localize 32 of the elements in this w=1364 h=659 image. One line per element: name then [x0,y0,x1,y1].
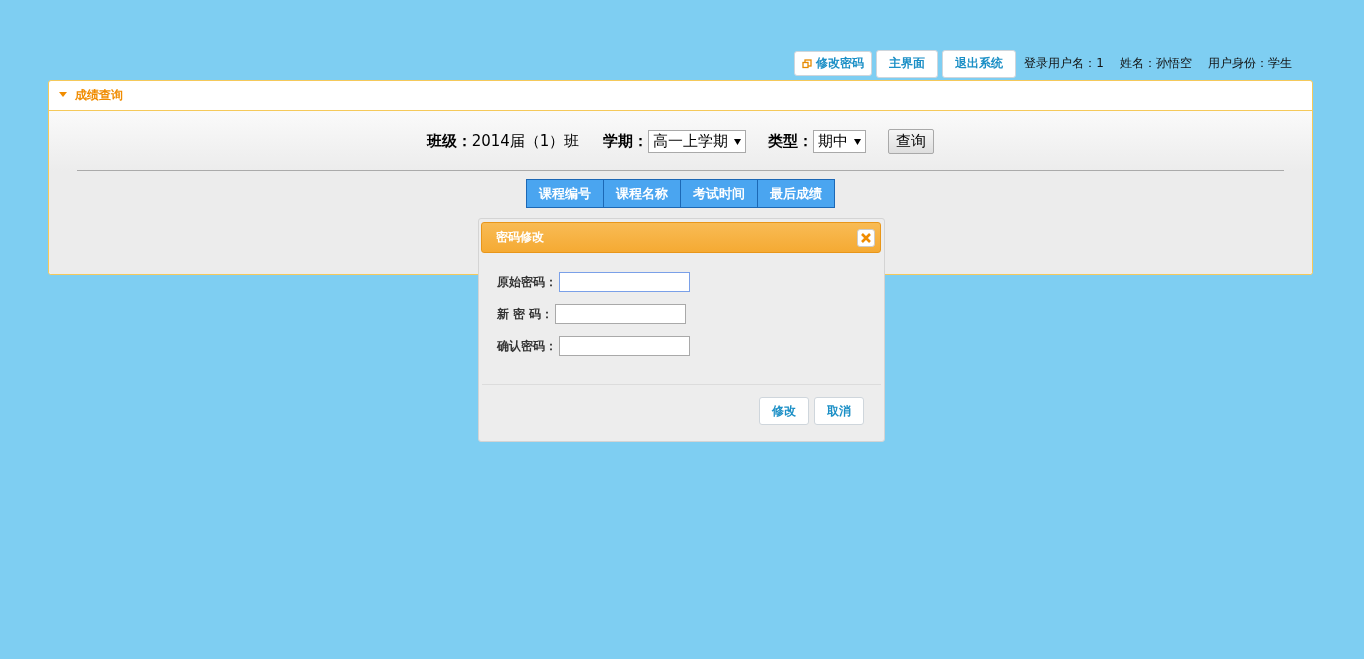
password-field[interactable] [555,304,687,324]
user-info: 登录用户名：1 [1024,55,1104,72]
filter-label: 班级： [426,132,472,151]
column-header: 课程编号 [526,179,604,208]
change-password-button[interactable]: 修改密码 [794,51,873,76]
filter-label: 类型： [768,132,814,151]
caret-icon [734,138,742,145]
field-label: 原始密码： [497,273,557,291]
select-field[interactable]: 高一上学期 [648,130,747,153]
toolbar-button[interactable]: 主界面 [876,49,939,78]
user-info: 姓名：孙悟空 [1120,55,1192,72]
filter-label: 学期： [603,132,649,151]
password-field[interactable] [559,272,690,292]
column-header: 考试时间 [680,179,758,208]
query-button[interactable]: 查询 [888,129,935,154]
column-header: 课程名称 [603,179,681,208]
panel-title: 成绩查询 [75,87,123,104]
class-value: 2014届（1）班 [471,132,580,151]
dialog-button[interactable]: 修改 [759,397,809,425]
dialog-button[interactable]: 取消 [814,397,864,425]
column-header: 最后成绩 [757,179,835,208]
field-label: 确认密码： [497,337,557,355]
password-field[interactable] [559,336,690,356]
close-button[interactable] [857,228,875,247]
windows-icon [802,58,813,69]
toolbar-button[interactable]: 退出系统 [942,49,1017,78]
dialog-title: 密码修改 [496,229,544,246]
caret-icon [854,138,862,145]
user-info: 用户身份：学生 [1208,55,1292,72]
select-field[interactable]: 期中 [813,130,867,153]
close-icon [861,232,871,243]
field-label: 新 密 码： [497,305,554,323]
